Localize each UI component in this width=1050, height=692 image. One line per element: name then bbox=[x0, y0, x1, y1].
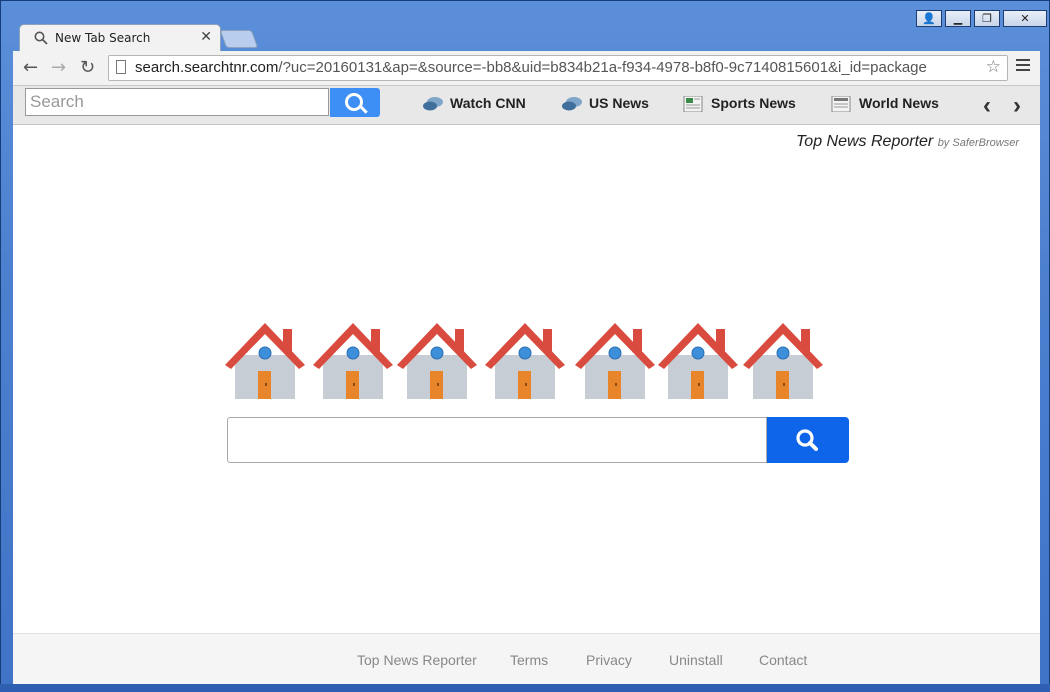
window-controls: 👤 ▁ ❐ ✕ bbox=[913, 10, 1047, 27]
ext-search-input[interactable]: Search bbox=[25, 88, 329, 116]
main-search-input[interactable] bbox=[227, 417, 767, 463]
link-world-news[interactable]: World News bbox=[831, 95, 939, 113]
bookmark-star-icon[interactable]: ☆ bbox=[986, 57, 1001, 77]
house-icon bbox=[483, 315, 567, 400]
newspaper-icon bbox=[831, 96, 851, 113]
tab-title: New Tab Search bbox=[55, 31, 151, 45]
restore-icon: ❐ bbox=[982, 12, 992, 25]
link-label: Watch CNN bbox=[450, 95, 526, 111]
back-arrow-icon[interactable]: ← bbox=[23, 57, 38, 78]
footer-link-contact[interactable]: Contact bbox=[759, 652, 807, 668]
new-tab-button[interactable] bbox=[219, 30, 259, 48]
link-us-news[interactable]: US News bbox=[561, 95, 649, 112]
close-icon: ✕ bbox=[1020, 12, 1030, 25]
forward-arrow-icon[interactable]: → bbox=[51, 57, 66, 78]
link-sports-news[interactable]: Sports News bbox=[683, 95, 796, 113]
main-search-button[interactable] bbox=[767, 417, 849, 463]
footer: Top News Reporter Terms Privacy Uninstal… bbox=[13, 633, 1040, 686]
chrome-menu-icon[interactable] bbox=[1016, 59, 1030, 74]
link-label: World News bbox=[859, 95, 939, 111]
link-watch-cnn[interactable]: Watch CNN bbox=[422, 95, 526, 112]
house-icon bbox=[395, 315, 479, 400]
url-path: /?uc=20160131&ap=&source=-bb8&uid=b834b2… bbox=[278, 59, 927, 76]
browser-toolbar: ← → ↻ search.searchtnr.com/?uc=20160131&… bbox=[13, 51, 1040, 86]
footer-link-top-news-reporter[interactable]: Top News Reporter bbox=[357, 652, 477, 668]
house-icon bbox=[311, 315, 395, 400]
reload-icon[interactable]: ↻ bbox=[80, 57, 95, 78]
extension-toolbar: Search Watch CNN US News Sports News Wor… bbox=[13, 86, 1040, 125]
search-icon bbox=[34, 31, 48, 45]
page-icon bbox=[116, 60, 126, 74]
news-chat-icon bbox=[562, 97, 582, 111]
house-icon bbox=[741, 315, 825, 400]
taskbar-strip bbox=[0, 684, 1050, 692]
browser-window: 👤 ▁ ❐ ✕ New Tab Search ✕ ← → ↻ search.se… bbox=[0, 0, 1050, 692]
user-icon: 👤 bbox=[922, 12, 936, 25]
url-host: search.searchtnr.com bbox=[135, 59, 279, 76]
url-text: search.searchtnr.com/?uc=20160131&ap=&so… bbox=[135, 59, 927, 76]
newspaper-icon bbox=[683, 96, 703, 113]
profile-button[interactable]: 👤 bbox=[916, 10, 942, 27]
house-icon bbox=[656, 315, 740, 400]
house-icon bbox=[573, 315, 657, 400]
chevron-right-icon[interactable]: › bbox=[1013, 92, 1021, 120]
address-bar[interactable]: search.searchtnr.com/?uc=20160131&ap=&so… bbox=[108, 55, 1008, 81]
maximize-button[interactable]: ❐ bbox=[974, 10, 1000, 27]
brand-header: Top News Reporter by SaferBrowser bbox=[796, 133, 1019, 151]
footer-link-uninstall[interactable]: Uninstall bbox=[669, 652, 723, 668]
minimize-button[interactable]: ▁ bbox=[945, 10, 971, 27]
news-chat-icon bbox=[423, 97, 443, 111]
chevron-left-icon[interactable]: ‹ bbox=[983, 92, 991, 120]
ext-search-button[interactable] bbox=[330, 88, 380, 117]
footer-link-terms[interactable]: Terms bbox=[510, 652, 548, 668]
magnifier-handle bbox=[359, 105, 368, 114]
link-label: Sports News bbox=[711, 95, 796, 111]
house-icon bbox=[223, 315, 307, 400]
tab-new-tab-search[interactable]: New Tab Search ✕ bbox=[19, 24, 221, 52]
link-label: US News bbox=[589, 95, 649, 111]
page-content: Top News Reporter by SaferBrowser Top Ne… bbox=[13, 125, 1040, 686]
search-icon bbox=[796, 429, 818, 451]
close-window-button[interactable]: ✕ bbox=[1003, 10, 1047, 27]
footer-link-privacy[interactable]: Privacy bbox=[586, 652, 632, 668]
tab-close-icon[interactable]: ✕ bbox=[200, 28, 212, 45]
brand-name: Top News Reporter bbox=[795, 133, 934, 150]
minimize-icon: ▁ bbox=[953, 12, 963, 25]
brand-by: by SaferBrowser bbox=[937, 137, 1019, 149]
